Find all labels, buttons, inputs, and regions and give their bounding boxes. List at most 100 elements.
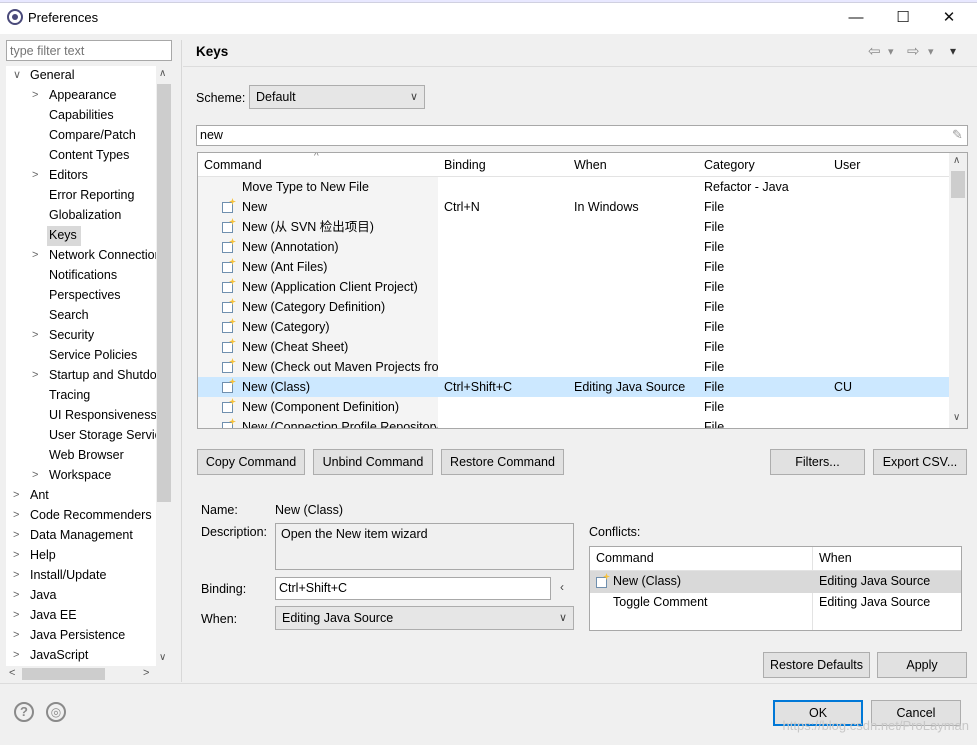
filter-input[interactable] bbox=[6, 40, 172, 61]
tree-item[interactable]: > Install/Update bbox=[6, 566, 171, 586]
tree-item[interactable]: Web Browser bbox=[6, 446, 171, 466]
scheme-select[interactable]: Default ∨ bbox=[249, 85, 425, 109]
tree-item[interactable]: Tracing bbox=[6, 386, 171, 406]
maximize-button[interactable]: ☐ bbox=[880, 4, 926, 32]
sash-divider[interactable] bbox=[181, 40, 182, 682]
tree-item[interactable]: UI Responsiveness bbox=[6, 406, 171, 426]
tree-scroll-up-icon[interactable]: ∧ bbox=[159, 68, 166, 79]
tree-item[interactable]: > Appearance bbox=[6, 86, 171, 106]
restore-command-button[interactable]: Restore Command bbox=[441, 449, 564, 475]
apply-button[interactable]: Apply bbox=[877, 652, 967, 678]
export-csv-button[interactable]: Export CSV... bbox=[873, 449, 967, 475]
unbind-command-button[interactable]: Unbind Command bbox=[313, 449, 433, 475]
column-header-user[interactable]: User bbox=[828, 153, 880, 177]
when-select[interactable]: Editing Java Source ∨ bbox=[275, 606, 574, 630]
tree-item[interactable]: > Code Recommenders bbox=[6, 506, 171, 526]
clear-search-icon[interactable]: ✎ bbox=[952, 127, 963, 143]
keys-search-input[interactable]: new bbox=[196, 125, 968, 146]
tree-scroll-thumb[interactable] bbox=[157, 84, 171, 502]
close-button[interactable]: ✕ bbox=[926, 4, 972, 32]
view-menu-icon[interactable]: ▾ bbox=[950, 44, 956, 58]
tree-item[interactable]: > Java EE bbox=[6, 606, 171, 626]
conflicts-header-command[interactable]: Command bbox=[596, 551, 654, 565]
binding-input[interactable]: Ctrl+Shift+C bbox=[275, 577, 551, 600]
tree-item[interactable]: Notifications bbox=[6, 266, 171, 286]
table-scroll-up-icon[interactable]: ∧ bbox=[953, 155, 960, 166]
tree-item[interactable]: > Ant bbox=[6, 486, 171, 506]
collapsed-chevron-icon[interactable]: > bbox=[13, 546, 23, 565]
tree-item[interactable]: User Storage Service bbox=[6, 426, 171, 446]
expanded-chevron-icon[interactable]: ∨ bbox=[13, 66, 23, 85]
tree-item[interactable]: > Workspace bbox=[6, 466, 171, 486]
collapsed-chevron-icon[interactable]: > bbox=[13, 606, 23, 625]
table-row[interactable]: New Ctrl+N In Windows File bbox=[198, 197, 949, 217]
collapsed-chevron-icon[interactable]: > bbox=[13, 626, 23, 645]
tree-item[interactable]: Service Policies bbox=[6, 346, 171, 366]
table-row[interactable]: New (Application Client Project) File bbox=[198, 277, 949, 297]
collapsed-chevron-icon[interactable]: > bbox=[13, 566, 23, 585]
minimize-button[interactable]: — bbox=[833, 4, 879, 32]
tree-item[interactable]: Content Types bbox=[6, 146, 171, 166]
collapsed-chevron-icon[interactable]: > bbox=[32, 466, 42, 485]
copy-command-button[interactable]: Copy Command bbox=[197, 449, 305, 475]
collapsed-chevron-icon[interactable]: > bbox=[32, 166, 42, 185]
tree-scroll-down-icon[interactable]: ∨ bbox=[159, 652, 166, 663]
collapsed-chevron-icon[interactable]: > bbox=[13, 586, 23, 605]
help-icon[interactable]: ? bbox=[14, 702, 34, 722]
tree-scroll-right-icon[interactable]: > bbox=[143, 667, 149, 679]
tree-item[interactable]: > Java Persistence bbox=[6, 626, 171, 646]
table-row[interactable]: New (Class) Ctrl+Shift+C Editing Java Sour… bbox=[198, 377, 949, 397]
tree-item[interactable]: Globalization bbox=[6, 206, 171, 226]
table-row[interactable]: New (Cheat Sheet) File bbox=[198, 337, 949, 357]
forward-icon[interactable]: ⇨ bbox=[907, 42, 920, 60]
back-icon[interactable]: ⇦ bbox=[868, 42, 881, 60]
column-header-category[interactable]: Category bbox=[698, 153, 829, 177]
collapsed-chevron-icon[interactable]: > bbox=[13, 486, 23, 505]
tree-item[interactable]: > Network Connections bbox=[6, 246, 171, 266]
table-scroll-down-icon[interactable]: ∨ bbox=[953, 412, 960, 423]
table-row[interactable]: New (Category) File bbox=[198, 317, 949, 337]
collapsed-chevron-icon[interactable]: > bbox=[13, 526, 23, 545]
table-row[interactable]: New (Connection Profile Repository) File bbox=[198, 417, 949, 428]
table-row[interactable]: New (Component Definition) File bbox=[198, 397, 949, 417]
back-dropdown-icon[interactable]: ▾ bbox=[888, 45, 894, 58]
collapsed-chevron-icon[interactable]: > bbox=[13, 646, 23, 665]
collapsed-chevron-icon[interactable]: > bbox=[13, 506, 23, 525]
forward-dropdown-icon[interactable]: ▾ bbox=[928, 45, 934, 58]
table-row[interactable]: Move Type to New File Refactor - Java bbox=[198, 177, 949, 197]
import-export-icon[interactable]: ◎ bbox=[46, 702, 66, 722]
table-row[interactable]: New (从 SVN 检出项目) File bbox=[198, 217, 949, 237]
table-scroll-thumb[interactable] bbox=[951, 171, 965, 198]
collapsed-chevron-icon[interactable]: > bbox=[32, 366, 42, 385]
tree-item[interactable]: Compare/Patch bbox=[6, 126, 171, 146]
conflicts-header-when[interactable]: When bbox=[819, 551, 852, 565]
tree-item[interactable]: Error Reporting bbox=[6, 186, 171, 206]
column-header-binding[interactable]: Binding bbox=[438, 153, 569, 177]
tree-item[interactable]: Search bbox=[6, 306, 171, 326]
table-row[interactable]: New (Annotation) File bbox=[198, 237, 949, 257]
tree-item[interactable]: > Help bbox=[6, 546, 171, 566]
table-row[interactable]: New (Check out Maven Projects from SCM) F… bbox=[198, 357, 949, 377]
tree-scroll-left-icon[interactable]: < bbox=[9, 667, 15, 679]
tree-item[interactable]: > Java bbox=[6, 586, 171, 606]
tree-item[interactable]: > Startup and Shutdown bbox=[6, 366, 171, 386]
tree-item[interactable]: Keys bbox=[6, 226, 171, 246]
tree-hscroll-thumb[interactable] bbox=[22, 668, 105, 680]
tree-horizontal-scrollbar[interactable]: < > bbox=[6, 666, 156, 682]
collapsed-chevron-icon[interactable]: > bbox=[32, 86, 42, 105]
keys-table-scrollbar[interactable]: ∧ ∨ bbox=[949, 153, 967, 428]
collapsed-chevron-icon[interactable]: > bbox=[32, 326, 42, 345]
description-field[interactable]: Open the New item wizard bbox=[275, 523, 574, 570]
tree-item[interactable]: > Editors bbox=[6, 166, 171, 186]
column-header-when[interactable]: When bbox=[568, 153, 699, 177]
conflict-command[interactable]: Toggle Comment bbox=[613, 595, 708, 609]
tree-vertical-scrollbar[interactable]: ∧ ∨ bbox=[156, 66, 172, 666]
tree-item[interactable]: Perspectives bbox=[6, 286, 171, 306]
tree-item[interactable]: ∨ General bbox=[6, 66, 171, 86]
tree-item[interactable]: Capabilities bbox=[6, 106, 171, 126]
tree-item[interactable]: > Security bbox=[6, 326, 171, 346]
tree-item[interactable]: > JavaScript bbox=[6, 646, 171, 666]
table-row[interactable]: New (Category Definition) File bbox=[198, 297, 949, 317]
restore-defaults-button[interactable]: Restore Defaults bbox=[763, 652, 870, 678]
filters-button[interactable]: Filters... bbox=[770, 449, 865, 475]
